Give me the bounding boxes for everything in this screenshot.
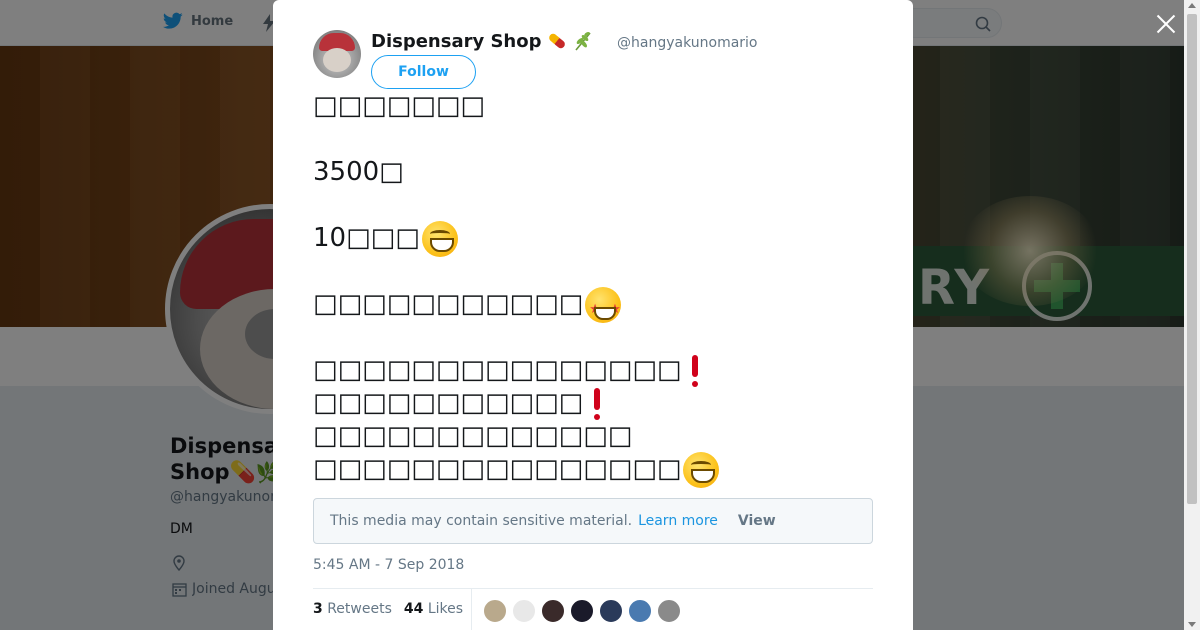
star-struck-emoji-icon (585, 286, 622, 326)
scroll-up-arrow[interactable] (1188, 3, 1196, 8)
avatar-face (323, 48, 351, 72)
likes-label: Likes (427, 601, 464, 617)
page-scrollbar[interactable] (1184, 0, 1200, 630)
retweets-label: Retweets (327, 601, 392, 617)
liker-avatar[interactable] (483, 599, 507, 623)
tweet-line-text: □□□□□□□□□□□□□□□ (313, 355, 682, 385)
tweet-line: 10□□□ (313, 220, 873, 257)
tweet-text: □□□□□□□ 3500□ 10□□□ □□□□□□□□□□□ □□□□□□□□… (313, 90, 873, 488)
learn-more-link[interactable]: Learn more (638, 513, 718, 529)
tweet-line-text: 3500□ (313, 157, 404, 187)
tweet-line: □□□□□□□□□□□□□□□ (313, 451, 873, 488)
tweet-line: □□□□□□□□□□□ (313, 286, 873, 326)
liker-avatar[interactable] (599, 599, 623, 623)
tweet-line-text: □□□□□□□□□□□□□ (313, 421, 633, 451)
tweet-author-handle[interactable]: @hangyakunomario (617, 35, 758, 51)
sensitive-media-text: This media may contain sensitive materia… (330, 513, 633, 529)
tweet-line-text: 10□□□ (313, 223, 420, 253)
tweet-line: □□□□□□□□□□□□□ (313, 420, 873, 453)
scroll-thumb[interactable] (1187, 14, 1197, 504)
tweet-line-text: □□□□□□□□□□□ (313, 289, 584, 319)
liker-avatar[interactable] (628, 599, 652, 623)
stats-separator (471, 589, 472, 630)
tweet-timestamp[interactable]: 5:45 AM - 7 Sep 2018 (313, 557, 464, 573)
grinning-emoji-icon (421, 220, 458, 257)
tweet-line-text: □□□□□□□□□□□□□□□ (313, 454, 682, 484)
likers-avatars (483, 599, 681, 623)
tweet-line: □□□□□□□ (313, 90, 873, 123)
grinning-emoji-icon (683, 451, 720, 488)
scroll-down-arrow[interactable] (1188, 622, 1196, 627)
tweet-author-avatar[interactable] (313, 30, 361, 78)
tweet-line: □□□□□□□□□□□ (313, 387, 873, 420)
tweet-line: □□□□□□□□□□□□□□□ (313, 354, 873, 387)
likes-count: 44 (403, 601, 424, 617)
retweets-stat[interactable]: 3 Retweets (313, 601, 392, 617)
view-media-button[interactable]: View (738, 513, 776, 529)
tweet-line: 3500□ (313, 156, 873, 189)
exclamation-icon (691, 354, 699, 387)
close-icon[interactable] (1154, 12, 1178, 36)
retweets-count: 3 (313, 601, 323, 617)
liker-avatar[interactable] (657, 599, 681, 623)
tweet-line-text: □□□□□□□ (313, 91, 485, 121)
divider (313, 588, 873, 589)
tweet-stats: 3 Retweets 44 Likes (313, 601, 463, 617)
sensitive-media-notice: This media may contain sensitive materia… (313, 498, 873, 544)
tweet-modal: Dispensary Shop @hangyakunomario Follow … (273, 0, 913, 630)
liker-avatar[interactable] (541, 599, 565, 623)
liker-avatar[interactable] (570, 599, 594, 623)
likes-stat[interactable]: 44 Likes (404, 601, 463, 617)
pill-icon (548, 33, 565, 49)
liker-avatar[interactable] (512, 599, 536, 623)
exclamation-icon (593, 387, 601, 420)
follow-button[interactable]: Follow (371, 55, 476, 89)
tweet-author-name[interactable]: Dispensary Shop (371, 30, 594, 52)
herb-icon (574, 31, 591, 51)
tweet-line-text: □□□□□□□□□□□ (313, 388, 584, 418)
tweet-author-name-text: Dispensary Shop (371, 30, 542, 52)
